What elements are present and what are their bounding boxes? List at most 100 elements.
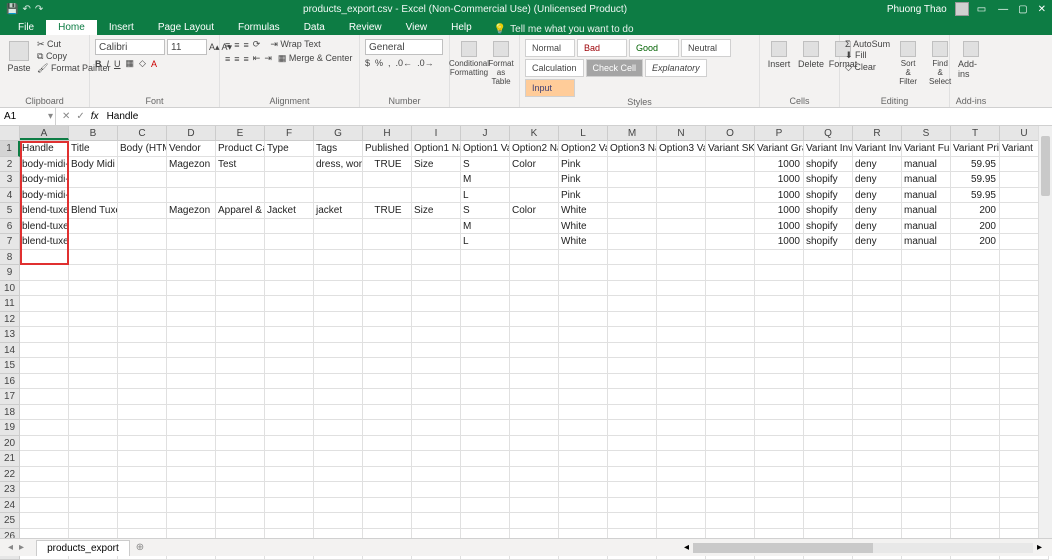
cell[interactable] <box>314 389 363 405</box>
style-input[interactable]: Input <box>525 79 575 97</box>
cell[interactable] <box>706 265 755 281</box>
cell[interactable] <box>951 482 1000 498</box>
cell[interactable] <box>755 327 804 343</box>
cancel-formula-icon[interactable]: ✕ <box>62 111 70 122</box>
cell[interactable] <box>608 482 657 498</box>
cell[interactable] <box>461 343 510 359</box>
cell[interactable] <box>265 157 314 173</box>
cell[interactable] <box>216 513 265 529</box>
cell[interactable] <box>706 312 755 328</box>
cell[interactable] <box>363 467 412 483</box>
cell[interactable]: Variant Grams <box>755 141 804 157</box>
cell[interactable] <box>706 219 755 235</box>
currency-button[interactable]: $ <box>365 58 370 68</box>
cell[interactable] <box>314 451 363 467</box>
cell[interactable] <box>608 296 657 312</box>
menu-view[interactable]: View <box>394 20 440 35</box>
cell[interactable] <box>216 327 265 343</box>
cell[interactable] <box>20 451 69 467</box>
cell[interactable] <box>804 374 853 390</box>
cell[interactable] <box>118 203 167 219</box>
cell[interactable] <box>69 312 118 328</box>
cell[interactable] <box>559 374 608 390</box>
cell[interactable] <box>559 250 608 266</box>
cell[interactable] <box>657 172 706 188</box>
cell[interactable]: shopify <box>804 219 853 235</box>
cell[interactable] <box>118 358 167 374</box>
cell[interactable] <box>657 405 706 421</box>
menu-help[interactable]: Help <box>439 20 484 35</box>
cell[interactable] <box>853 420 902 436</box>
bold-button[interactable]: B <box>95 59 102 69</box>
cell[interactable] <box>510 281 559 297</box>
cell[interactable] <box>20 358 69 374</box>
cell[interactable] <box>608 188 657 204</box>
cell[interactable]: 200 <box>951 203 1000 219</box>
cell[interactable] <box>314 482 363 498</box>
cell[interactable] <box>755 513 804 529</box>
cell[interactable] <box>265 420 314 436</box>
cell[interactable] <box>20 467 69 483</box>
cell[interactable] <box>118 250 167 266</box>
cell[interactable] <box>853 312 902 328</box>
cell[interactable]: Published <box>363 141 412 157</box>
cell[interactable]: Size <box>412 203 461 219</box>
cell[interactable] <box>902 250 951 266</box>
cell[interactable] <box>804 498 853 514</box>
cell[interactable] <box>510 219 559 235</box>
row-header[interactable]: 23 <box>0 482 20 498</box>
cell[interactable] <box>265 389 314 405</box>
cell[interactable] <box>167 327 216 343</box>
cell[interactable] <box>216 482 265 498</box>
cell[interactable] <box>167 250 216 266</box>
cell[interactable] <box>706 513 755 529</box>
cell[interactable] <box>559 482 608 498</box>
paste-button[interactable]: Paste <box>5 39 33 75</box>
cell[interactable] <box>216 467 265 483</box>
cell[interactable] <box>608 281 657 297</box>
cell[interactable] <box>363 172 412 188</box>
cell[interactable]: jacket <box>314 203 363 219</box>
tell-me-text[interactable]: Tell me what you want to do <box>510 24 633 35</box>
sort-filter-button[interactable]: Sort & Filter <box>894 39 922 88</box>
cell[interactable] <box>265 188 314 204</box>
cell[interactable] <box>412 451 461 467</box>
cell[interactable] <box>69 374 118 390</box>
cell[interactable] <box>706 451 755 467</box>
cell[interactable] <box>216 296 265 312</box>
cell[interactable]: Option3 Name <box>608 141 657 157</box>
cell[interactable] <box>265 467 314 483</box>
row-header[interactable]: 13 <box>0 327 20 343</box>
cell[interactable] <box>608 389 657 405</box>
cell[interactable] <box>706 281 755 297</box>
cell[interactable] <box>706 358 755 374</box>
cell[interactable] <box>216 219 265 235</box>
cell[interactable] <box>461 467 510 483</box>
cell[interactable] <box>608 312 657 328</box>
cell[interactable] <box>118 281 167 297</box>
cell[interactable]: Jacket <box>265 203 314 219</box>
save-icon[interactable]: 💾 <box>6 4 18 15</box>
cell[interactable] <box>412 265 461 281</box>
cell[interactable]: shopify <box>804 172 853 188</box>
cell[interactable] <box>363 219 412 235</box>
delete-cells-button[interactable]: Delete <box>797 39 825 71</box>
cell[interactable]: manual <box>902 234 951 250</box>
cell[interactable] <box>804 327 853 343</box>
cell[interactable] <box>706 405 755 421</box>
cell[interactable] <box>412 482 461 498</box>
cell[interactable] <box>314 312 363 328</box>
cell[interactable] <box>363 296 412 312</box>
insert-cells-button[interactable]: Insert <box>765 39 793 71</box>
maximize-icon[interactable]: ▢ <box>1018 4 1027 15</box>
merge-center-button[interactable]: ▦ Merge & Center <box>278 53 353 64</box>
col-header-P[interactable]: P <box>755 126 804 140</box>
col-header-Q[interactable]: Q <box>804 126 853 140</box>
cell[interactable] <box>265 358 314 374</box>
cell[interactable] <box>20 265 69 281</box>
cell[interactable] <box>265 513 314 529</box>
cell[interactable] <box>314 234 363 250</box>
cell[interactable] <box>461 281 510 297</box>
col-header-M[interactable]: M <box>608 126 657 140</box>
cell[interactable] <box>608 436 657 452</box>
